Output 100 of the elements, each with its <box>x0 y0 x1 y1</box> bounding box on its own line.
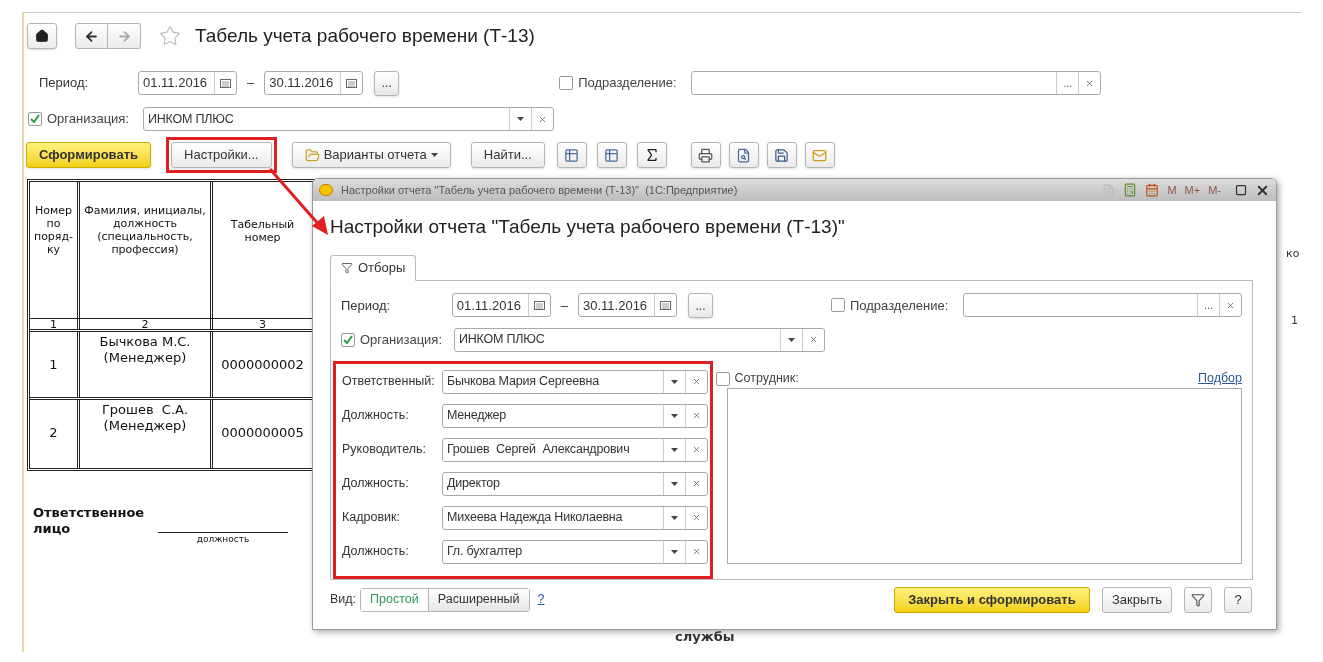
dialog-title: Настройки отчета "Табель учета рабочего времени (Т-13)" <box>330 215 846 239</box>
dialog-button[interactable]: ? <box>1224 586 1252 613</box>
table-button[interactable] <box>596 142 627 168</box>
select-button[interactable]: ... <box>1056 72 1079 94</box>
table-icon <box>604 147 620 163</box>
close-icon <box>1085 78 1095 88</box>
tab[interactable]: Отборы <box>330 254 417 281</box>
close-icon <box>809 335 818 345</box>
variants-button[interactable]: Варианты отчета <box>291 142 451 168</box>
table-cell: 1 <box>30 332 80 397</box>
filter-icon <box>341 261 353 274</box>
memory-button[interactable]: M- <box>1208 181 1221 199</box>
calendar-icon <box>533 300 545 310</box>
caret-icon <box>671 515 678 520</box>
print-button[interactable] <box>690 142 721 168</box>
folder-icon <box>304 147 320 163</box>
input-field[interactable]: ... <box>691 71 1102 95</box>
table-icon <box>564 147 580 163</box>
close-icon <box>692 547 701 556</box>
dialog-caption: Настройки отчета "Табель учета рабочего времени (Т-13)" (1С:Предприятие) <box>341 182 738 198</box>
date-field[interactable]: 01.11.2016 <box>138 71 237 95</box>
close-icon <box>692 377 701 386</box>
forward-icon <box>116 28 132 44</box>
date-field[interactable]: 01.11.2016 <box>451 293 551 318</box>
memory-button[interactable]: M+ <box>1184 181 1201 199</box>
mail-icon <box>812 147 828 163</box>
back-icon <box>84 28 99 44</box>
table-cell: Бычкова М.С. (Менеджер) <box>80 332 213 397</box>
checkbox[interactable] <box>831 298 845 313</box>
dash: – <box>246 74 256 93</box>
toolbar-button[interactable]: Настройки... <box>171 142 272 168</box>
caret-icon <box>788 337 795 342</box>
toolbar-button[interactable]: Найти... <box>470 142 545 168</box>
help-link[interactable]: ? <box>537 590 545 609</box>
date-field[interactable]: 30.11.2016 <box>264 71 364 95</box>
date-field[interactable]: 30.11.2016 <box>578 293 677 318</box>
dropdown-field[interactable]: Михеева Надежда Николаевна <box>442 505 708 530</box>
close-icon <box>692 411 701 420</box>
input-field[interactable]: ... <box>963 293 1242 318</box>
app-logo-icon <box>319 184 333 196</box>
column-header: Номер по поряд- ку <box>30 182 80 318</box>
toolbar-button[interactable]: Сформировать <box>26 142 152 168</box>
report-text: службы <box>675 628 735 646</box>
close-icon <box>692 479 701 488</box>
dropdown-field[interactable]: Грошев Сергей Александрович <box>442 437 708 462</box>
dropdown-field[interactable]: Бычкова Мария Сергеевна <box>442 369 708 394</box>
back-button[interactable] <box>75 23 108 49</box>
caret-icon <box>671 379 678 384</box>
close-icon <box>1226 300 1235 310</box>
dropdown-field[interactable]: ИНКОМ ПЛЮС <box>454 327 825 352</box>
caret-icon <box>671 447 678 452</box>
checkbox[interactable] <box>28 112 42 126</box>
calendar-icon <box>660 300 671 310</box>
period-label: Период: <box>38 74 90 93</box>
subdivision-label: Подразделение: <box>850 296 950 315</box>
dropdown-field[interactable]: ИНКОМ ПЛЮС <box>143 107 554 131</box>
sum-button[interactable] <box>636 142 667 168</box>
column-number: 2 <box>80 319 213 329</box>
save-button[interactable] <box>766 142 797 168</box>
checkbox[interactable] <box>559 76 574 90</box>
filter-button[interactable] <box>1184 586 1212 613</box>
field-label: Должность: <box>342 407 410 425</box>
close-and-run-button[interactable]: Закрыть и сформировать <box>893 586 1090 613</box>
preview-button[interactable] <box>728 142 759 168</box>
dropdown-field[interactable]: Директор <box>442 471 708 496</box>
home-icon <box>35 29 49 43</box>
field-label: Должность: <box>342 543 410 561</box>
period-button[interactable]: ... <box>688 293 713 318</box>
star-icon[interactable] <box>159 25 181 47</box>
organization-label: Организация: <box>360 331 444 349</box>
table-button[interactable] <box>556 142 587 168</box>
home-button[interactable] <box>27 23 57 49</box>
field-label: Ответственный: <box>342 373 436 391</box>
pick-link[interactable]: Подбор <box>1197 369 1242 388</box>
caret-icon <box>671 413 678 418</box>
calendar-icon <box>346 78 358 88</box>
calendar-icon <box>220 78 231 88</box>
checkbox[interactable] <box>341 332 355 347</box>
save-icon <box>774 147 790 163</box>
memory-button[interactable]: M <box>1167 181 1177 199</box>
dialog-button[interactable]: Закрыть <box>1101 586 1172 613</box>
maximize-icon[interactable] <box>1235 184 1247 196</box>
dropdown-field[interactable]: Гл. бухгалтер <box>442 539 708 564</box>
signature-caption: должность <box>196 533 250 546</box>
checkbox[interactable] <box>715 371 730 386</box>
period-label: Период: <box>341 296 392 315</box>
dash: – <box>559 296 569 315</box>
dropdown-field[interactable]: Менеджер <box>442 403 708 428</box>
select-button[interactable]: ... <box>1197 294 1219 317</box>
view-option[interactable]: Расширенный <box>427 588 529 611</box>
caret-icon <box>671 481 678 486</box>
column-header: Фамилия, инициалы, должность (специальность, профессия) <box>80 182 213 318</box>
calculator-icon[interactable] <box>1123 183 1138 197</box>
period-button[interactable]: ... <box>374 70 400 96</box>
view-label: Вид: <box>330 591 357 609</box>
subdivision-label: Подразделение: <box>578 74 678 93</box>
calendar-icon[interactable] <box>1145 183 1160 197</box>
printer-icon <box>698 147 714 163</box>
signature-label: Ответственное лицо <box>33 505 146 538</box>
preview-icon <box>736 147 752 163</box>
